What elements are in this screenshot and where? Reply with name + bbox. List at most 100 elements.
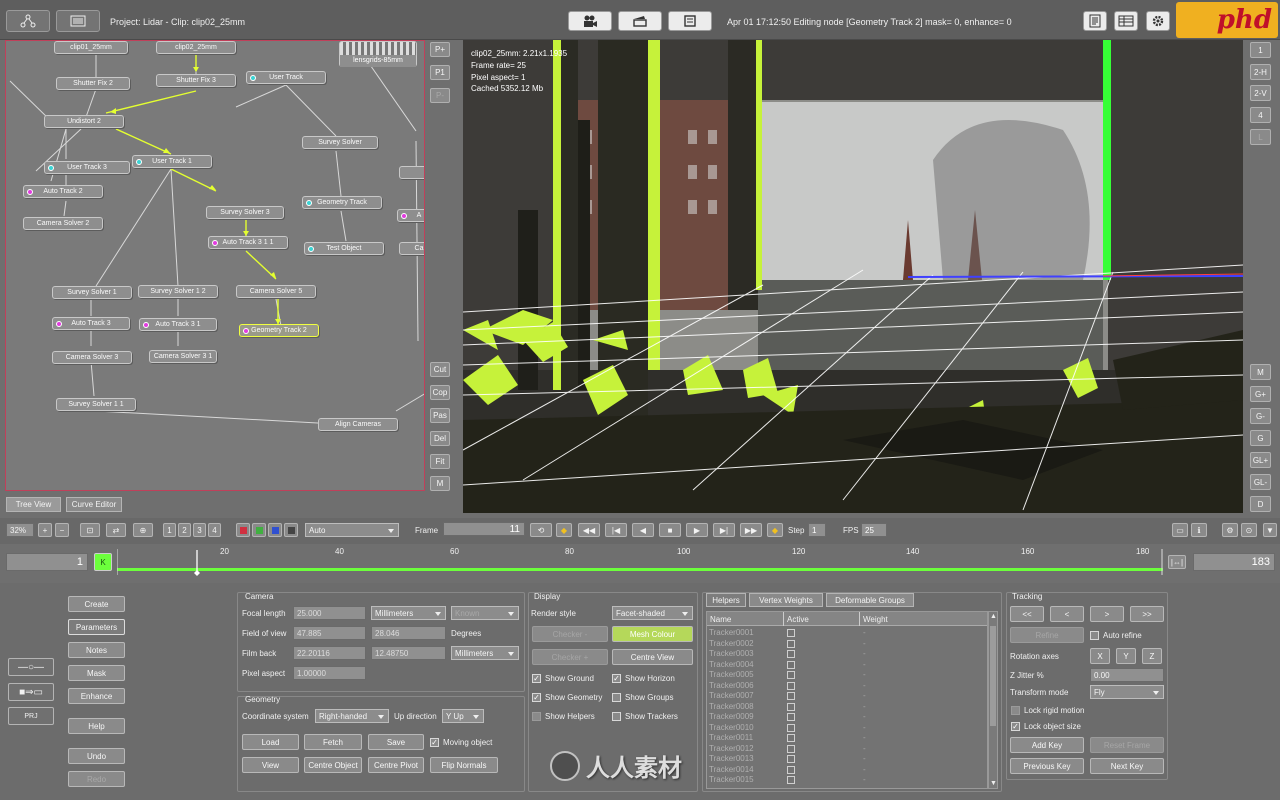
node-auto-track-3-1[interactable]: Auto Track 3 1: [139, 318, 217, 331]
focal-state-select[interactable]: Known: [451, 606, 519, 620]
node-user-track-3[interactable]: User Track 3: [44, 161, 130, 174]
table-row[interactable]: Tracker0004 -: [707, 660, 987, 671]
timeline-end-field[interactable]: 183: [1193, 553, 1275, 571]
node-lensgrids[interactable]: lensgrids-85mm: [339, 41, 417, 67]
row-active-checkbox[interactable]: [787, 639, 795, 648]
zoom-in-button[interactable]: +: [38, 523, 52, 537]
node-offscreen-a[interactable]: A: [397, 209, 424, 222]
row-active-checkbox[interactable]: [787, 629, 795, 637]
node-geometry-track[interactable]: Geometry Track: [302, 196, 382, 209]
node-camera-solver-3[interactable]: Camera Solver 3: [52, 351, 132, 364]
previous-key-button[interactable]: Previous Key: [1010, 758, 1084, 774]
view-3-tab[interactable]: 3: [193, 523, 206, 537]
node-shutter-fix-2[interactable]: Shutter Fix 2: [56, 77, 130, 90]
channel-blue-button[interactable]: [268, 523, 282, 537]
show-geometry-checkbox[interactable]: ✓: [532, 693, 541, 702]
lock-size-checkbox[interactable]: ✓: [1011, 722, 1020, 731]
show-groups-checkbox[interactable]: [612, 693, 621, 702]
copy-button[interactable]: Cop: [430, 385, 450, 400]
viewer-settings-button[interactable]: ⚙: [1222, 523, 1238, 537]
page-1-button[interactable]: P1: [430, 65, 450, 80]
node-test-object[interactable]: Test Object: [304, 242, 384, 255]
viewer-3d[interactable]: [463, 40, 1243, 513]
table-row[interactable]: Tracker0009 -: [707, 712, 987, 723]
project-button[interactable]: PRJ: [8, 707, 54, 725]
fetch-button[interactable]: Fetch: [304, 734, 362, 750]
help-button[interactable]: Help: [68, 718, 125, 734]
film-back-x-field[interactable]: 22.20116: [293, 646, 366, 660]
delete-button[interactable]: Del: [430, 431, 450, 446]
node-undistort-2[interactable]: Undistort 2: [44, 115, 124, 128]
play-back-button[interactable]: ◀: [632, 523, 654, 537]
fit-view-button[interactable]: ⊡: [80, 523, 100, 537]
node-survey-solver-1[interactable]: Survey Solver 1: [52, 286, 132, 299]
range-button[interactable]: |⇔|: [1168, 555, 1186, 569]
table-row[interactable]: Tracker0007 -: [707, 691, 987, 702]
table-row[interactable]: Tracker0010 -: [707, 723, 987, 734]
page-next-button[interactable]: P+: [430, 42, 450, 57]
tab-deformable-groups[interactable]: Deformable Groups: [826, 593, 914, 607]
node-offscreen-b[interactable]: [399, 166, 424, 179]
column-name[interactable]: Name: [710, 615, 731, 624]
overlay-button[interactable]: ▭: [1172, 523, 1188, 537]
transform-mode-select[interactable]: Fly: [1090, 685, 1164, 699]
menu-button[interactable]: M: [430, 476, 450, 491]
play-button[interactable]: ▶: [686, 523, 708, 537]
notes-menu-button[interactable]: Notes: [68, 642, 125, 658]
channel-red-button[interactable]: [236, 523, 250, 537]
fov-x-field[interactable]: 47.885: [293, 626, 366, 640]
reset-frame-button[interactable]: Reset Frame: [1090, 737, 1164, 753]
swap-view-button[interactable]: ⇄: [106, 523, 126, 537]
next-key-button[interactable]: ▶|: [713, 523, 735, 537]
timeline-track[interactable]: 20 40 60 80 100 120 140 160 180: [117, 547, 1163, 577]
go-end-button[interactable]: ▶▶: [740, 523, 762, 537]
table-row[interactable]: Tracker0006 -: [707, 681, 987, 692]
loop-button[interactable]: ⟲: [530, 523, 552, 537]
cut-button[interactable]: Cut: [430, 362, 450, 377]
prev-key-button[interactable]: |◀: [605, 523, 627, 537]
tab-tree-view[interactable]: Tree View: [6, 497, 61, 512]
track-forward-fast-button[interactable]: >>: [1130, 606, 1164, 622]
create-button[interactable]: Create: [68, 596, 125, 612]
row-active-checkbox[interactable]: [787, 765, 795, 774]
node-user-track[interactable]: User Track: [246, 71, 326, 84]
node-tree-button[interactable]: [6, 10, 50, 32]
view-1-button[interactable]: 1: [1250, 42, 1271, 58]
scroll-thumb[interactable]: [990, 626, 996, 726]
scroll-down-icon[interactable]: ▼: [990, 780, 997, 787]
clip-list-button[interactable]: [668, 11, 712, 31]
table-button[interactable]: [1114, 11, 1138, 31]
row-active-checkbox[interactable]: [787, 692, 795, 700]
undo-button[interactable]: Undo: [68, 748, 125, 764]
row-active-checkbox[interactable]: [787, 776, 795, 784]
node-camera-solver-5[interactable]: Camera Solver 5: [236, 285, 316, 298]
frame-field[interactable]: 11: [443, 522, 525, 536]
table-row[interactable]: Tracker0015 -: [707, 775, 987, 786]
node-survey-solver-1-1[interactable]: Survey Solver 1 1: [56, 398, 136, 411]
view-4-tab[interactable]: 4: [208, 523, 221, 537]
row-active-checkbox[interactable]: [787, 702, 795, 711]
node-user-track-1[interactable]: User Track 1: [132, 155, 212, 168]
tab-vertex-weights[interactable]: Vertex Weights: [749, 593, 823, 607]
row-active-checkbox[interactable]: [787, 734, 795, 742]
mask-button[interactable]: Mask: [68, 665, 125, 681]
refine-button[interactable]: Refine: [1010, 627, 1084, 643]
flip-normals-button[interactable]: Flip Normals: [430, 757, 498, 773]
row-active-checkbox[interactable]: [787, 723, 795, 732]
tab-curve-editor[interactable]: Curve Editor: [66, 497, 122, 512]
node-survey-solver[interactable]: Survey Solver: [302, 136, 378, 149]
settings-button[interactable]: [1146, 11, 1170, 31]
table-row[interactable]: Tracker0013 -: [707, 754, 987, 765]
checker-plus-button[interactable]: Checker +: [532, 649, 608, 665]
column-active[interactable]: Active: [787, 615, 809, 624]
collapse-button[interactable]: ▼: [1263, 523, 1277, 537]
render-style-select[interactable]: Facet-shaded: [612, 606, 693, 620]
moving-object-checkbox[interactable]: ✓: [430, 738, 439, 747]
step-field[interactable]: 1: [808, 523, 826, 537]
node-survey-solver-1-2[interactable]: Survey Solver 1 2: [138, 285, 218, 298]
helpers-table[interactable]: Name Active Weight Tracker0001- Tracker00…: [706, 611, 988, 789]
row-active-checkbox[interactable]: [787, 660, 795, 669]
table-row[interactable]: Tracker0001 -: [707, 628, 987, 639]
timeline-key-button[interactable]: K: [94, 553, 112, 571]
stop-button[interactable]: ■: [659, 523, 681, 537]
